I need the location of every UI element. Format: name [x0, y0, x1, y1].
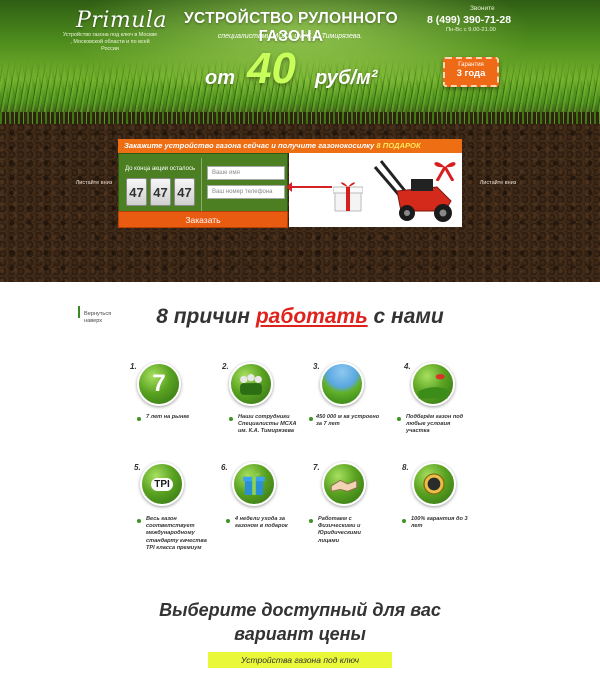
- back-to-top-label: Вернуться наверх: [84, 311, 112, 324]
- reason-number: 6.: [221, 463, 228, 472]
- number-7-icon: 7: [137, 362, 181, 406]
- reason-number: 1.: [130, 362, 137, 371]
- phone-input[interactable]: Ваш номер телефона: [207, 185, 285, 199]
- back-to-top-link[interactable]: Вернуться наверх: [84, 311, 124, 325]
- bullet: [137, 519, 141, 523]
- name-input[interactable]: Ваше имя: [207, 166, 285, 180]
- bullet: [397, 417, 401, 421]
- reason-number: 2.: [222, 362, 229, 371]
- order-button[interactable]: Заказать: [118, 211, 288, 228]
- reason-text: Работаем с Физическими и Юридическими ли…: [318, 516, 361, 544]
- price-from: от: [205, 67, 235, 89]
- scroll-hint-left[interactable]: Листайте вниз: [74, 180, 114, 187]
- bullet: [137, 417, 141, 421]
- promo-banner-highlight: 8 ПОДАРОК: [376, 141, 421, 150]
- working-hours: Пн-Вс с 9.00-21.00: [446, 27, 496, 33]
- reason-text: 7 лет на рынке: [146, 414, 190, 420]
- reason-text: 450 000 м кв устроено за 7 лет: [316, 414, 380, 428]
- reason-text: Наши сотрудники Специалисты МСХА им. К.А…: [238, 414, 297, 435]
- reason-text: Весь газон соответствует международному …: [146, 516, 207, 551]
- lawn-icon: [411, 362, 455, 406]
- reason-text: 100% гарантия до 3 лет: [411, 516, 468, 530]
- bullet: [226, 519, 230, 523]
- bullet: [402, 519, 406, 523]
- reasons-title: 8 причин работать с нами: [140, 305, 460, 329]
- tpi-logo-icon: TPI: [140, 462, 184, 506]
- phone-cta-label: Звоните: [470, 5, 495, 12]
- logo[interactable]: Primula: [76, 8, 167, 33]
- reason-number: 4.: [404, 362, 411, 371]
- badge-100-icon: [412, 462, 456, 506]
- price-unit: руб/м²: [315, 67, 378, 89]
- gift-panel: [289, 153, 462, 227]
- reasons-title-accent: работать: [255, 305, 368, 328]
- countdown-digit: 47: [126, 178, 147, 206]
- hero-section: Primula Устройство газона под ключ в Мос…: [0, 0, 600, 282]
- phone-number[interactable]: 8 (499) 390-71-28: [427, 14, 511, 26]
- reason-number: 8.: [402, 463, 409, 472]
- pricing-option-pill[interactable]: Устройства газона под ключ: [208, 652, 392, 668]
- reasons-title-end: с нами: [373, 305, 444, 328]
- bow-icon: [434, 162, 456, 181]
- price-value: 40: [247, 44, 296, 93]
- logo-tagline: Устройство газона под ключ в Москве , Мо…: [62, 32, 158, 52]
- reason-text: Подберём газон под любые условия участка: [406, 414, 464, 435]
- bullet: [229, 417, 233, 421]
- price-block: от 40 руб/м²: [205, 44, 415, 96]
- page-subtitle: специалистами МСХА им. К.А. Тимирязева.: [217, 33, 363, 40]
- countdown-label: До конца акции осталось: [125, 166, 196, 172]
- guarantee-badge: Гарантия 3 года: [443, 57, 499, 87]
- scroll-hint-right[interactable]: Листайте вниз: [478, 180, 518, 187]
- arrow-left-icon: [286, 182, 332, 192]
- meadow-icon: [320, 362, 364, 406]
- pricing-title: Выберите доступный для вас вариант цены: [159, 600, 441, 644]
- gift-box-icon: [333, 182, 363, 212]
- promo-banner: Закажите устройство газона сейчас и полу…: [118, 139, 462, 153]
- countdown-digit: 47: [150, 178, 171, 206]
- reason-number: 5.: [134, 463, 141, 472]
- promo-banner-text: Закажите устройство газона сейчас и полу…: [124, 141, 375, 150]
- arrow-up-icon: [78, 306, 80, 318]
- reason-number: 3.: [313, 362, 320, 371]
- bullet: [309, 417, 313, 421]
- team-icon: [229, 362, 273, 406]
- gift-icon: [232, 462, 276, 506]
- countdown-digit: 47: [174, 178, 195, 206]
- bullet: [309, 519, 313, 523]
- reason-text: 4 недели ухода за газоном в подарок: [235, 516, 288, 530]
- reason-number: 7.: [313, 463, 320, 472]
- handshake-icon: [322, 462, 366, 506]
- page-title: УСТРОЙСТВО РУЛОННОГО ГАЗОНА: [184, 10, 398, 45]
- guarantee-value: 3 года: [456, 68, 486, 79]
- reasons-title-start: 8 причин: [156, 305, 250, 328]
